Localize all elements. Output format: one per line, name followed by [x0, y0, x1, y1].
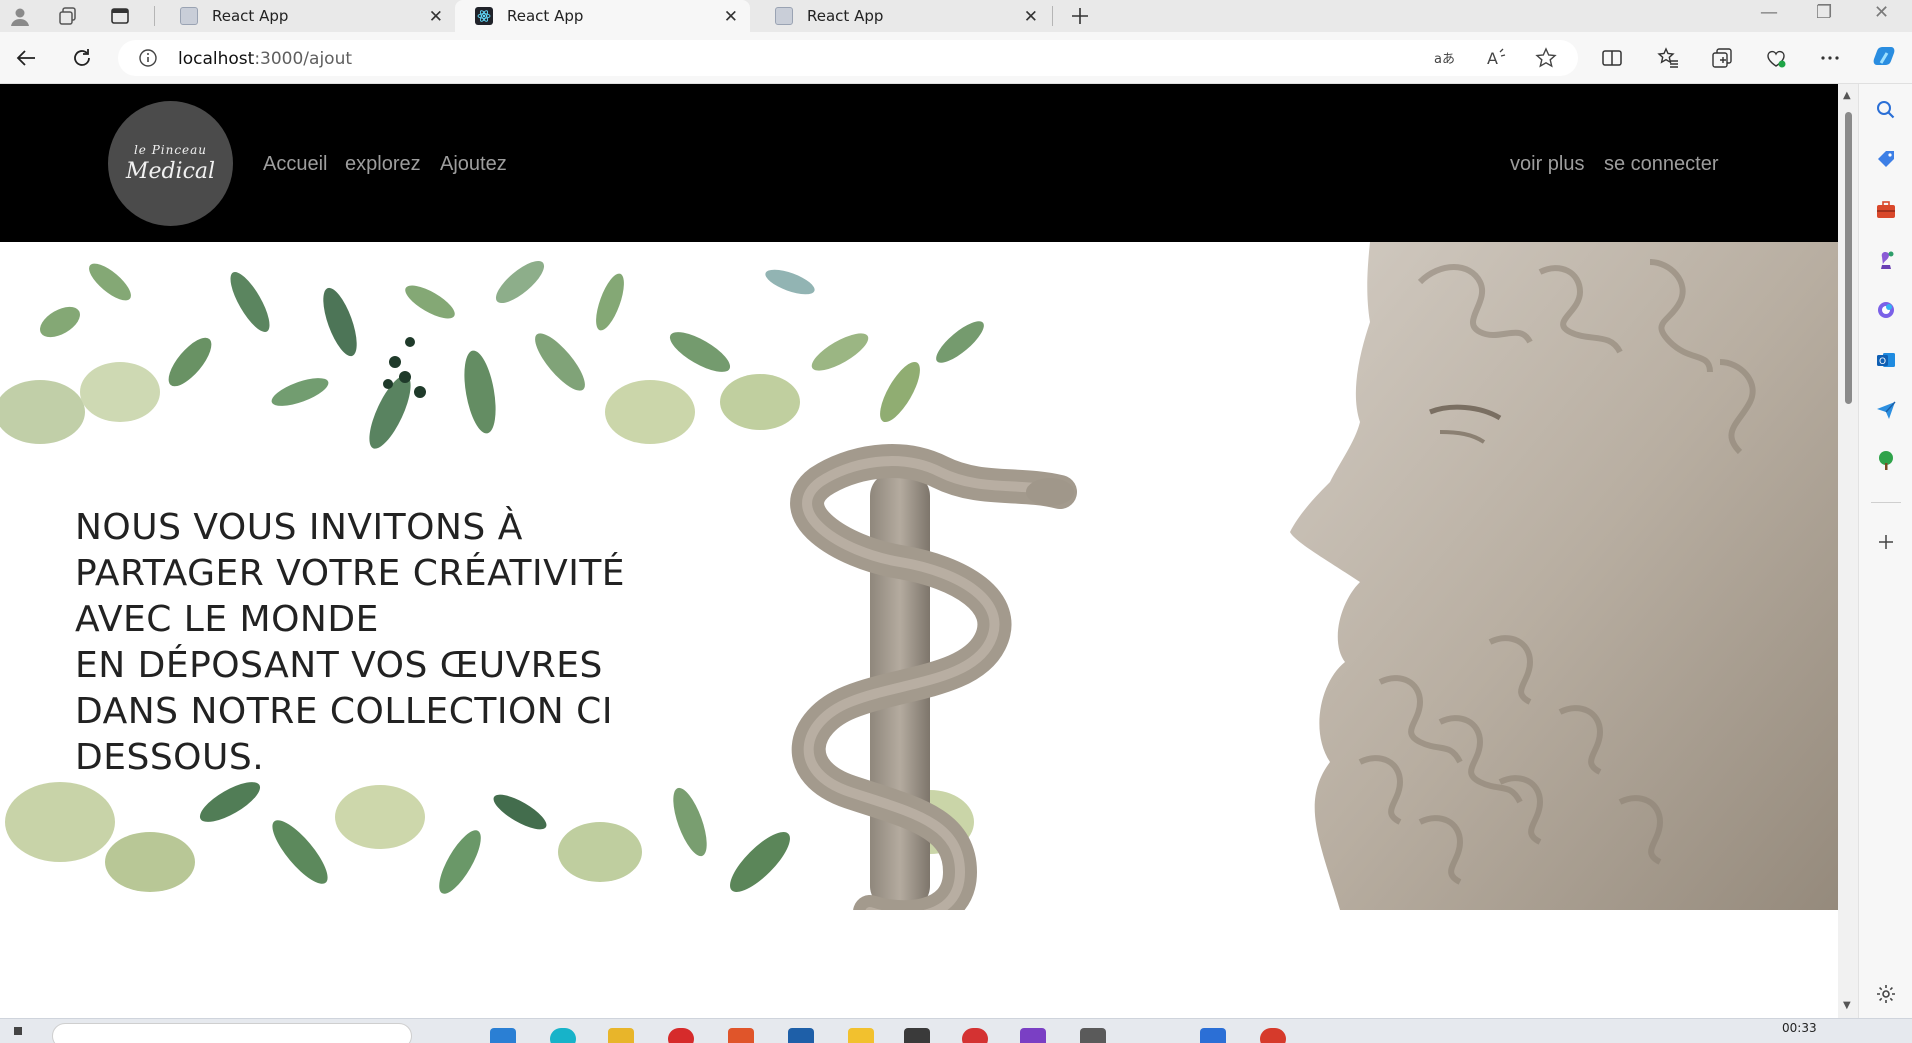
taskbar-app-icon[interactable]: [1200, 1028, 1226, 1043]
address-bar[interactable]: localhost:3000/ajout aあ A: [118, 40, 1578, 76]
site-logo[interactable]: le Pinceau Medical: [108, 101, 233, 226]
tree-icon[interactable]: [1874, 448, 1898, 472]
top-foliage: [0, 242, 1000, 474]
sidebar-divider: [1871, 502, 1901, 503]
taskbar-app-icon[interactable]: [1080, 1028, 1106, 1043]
nav-link-ajoutez[interactable]: Ajoutez: [440, 153, 507, 176]
tab-title: React App: [212, 7, 289, 25]
taskbar-app-icon[interactable]: [1020, 1028, 1046, 1043]
scrollbar-thumb[interactable]: [1845, 112, 1852, 404]
url-text[interactable]: localhost:3000/ajout: [178, 49, 352, 69]
svg-text:aあ: aあ: [1434, 52, 1455, 67]
web-page: le Pinceau Medical Accueil explorez Ajou…: [0, 84, 1838, 1018]
taskbar-app-icon[interactable]: [608, 1028, 634, 1043]
tab-react-app-1[interactable]: React App ✕: [160, 0, 455, 32]
refresh-icon[interactable]: [68, 44, 96, 72]
tab-title: React App: [507, 7, 584, 25]
edge-sidebar: O: [1858, 84, 1912, 1018]
copilot-icon[interactable]: [1870, 44, 1898, 72]
new-tab-icon[interactable]: [1068, 4, 1092, 28]
add-sidebar-app-icon[interactable]: [1874, 530, 1898, 554]
nav-link-accueil[interactable]: Accueil: [263, 153, 327, 176]
taskbar-app-icon[interactable]: [550, 1028, 576, 1043]
hero-line: EN DÉPOSANT VOS ŒUVRES: [75, 645, 603, 686]
workspaces-icon[interactable]: [56, 4, 80, 28]
hero-line: PARTAGER VOTRE CRÉATIVITÉ: [75, 553, 626, 594]
page-favicon-icon: [775, 7, 793, 25]
page-scrollbar[interactable]: ▲ ▼: [1838, 84, 1858, 1018]
windows-taskbar: 00:33: [0, 1018, 1912, 1043]
browser-essentials-icon[interactable]: [1762, 44, 1790, 72]
back-icon[interactable]: [12, 44, 40, 72]
minimize-icon[interactable]: —: [1760, 2, 1778, 23]
taskbar-clock[interactable]: 00:33: [1782, 1021, 1817, 1035]
nav-link-voir-plus[interactable]: voir plus: [1510, 153, 1584, 176]
taskbar-app-icon[interactable]: [668, 1028, 694, 1043]
greek-bust-illustration: [1290, 242, 1838, 910]
close-window-icon[interactable]: ✕: [1874, 2, 1889, 23]
nav-link-explorez[interactable]: explorez: [345, 153, 421, 176]
hero-line: DANS NOTRE COLLECTION CI: [75, 691, 613, 732]
profile-icon[interactable]: [8, 4, 32, 28]
shopping-tag-icon[interactable]: [1874, 148, 1898, 172]
collections-icon[interactable]: [1708, 44, 1736, 72]
tab-title: React App: [807, 7, 884, 25]
taskbar-app-icon[interactable]: [848, 1028, 874, 1043]
taskbar-app-icon[interactable]: [962, 1028, 988, 1043]
navbar: le Pinceau Medical Accueil explorez Ajou…: [0, 84, 1838, 242]
taskbar-app-icon[interactable]: [490, 1028, 516, 1043]
restore-icon[interactable]: ❐: [1816, 2, 1832, 23]
page-favicon-icon: [180, 7, 198, 25]
hero-banner: NOUS VOUS INVITONS À PARTAGER VOTRE CRÉA…: [0, 242, 1838, 910]
tab-react-app-2[interactable]: React App ✕: [455, 0, 750, 32]
tools-briefcase-icon[interactable]: [1874, 198, 1898, 222]
taskbar-search-box[interactable]: [52, 1023, 412, 1043]
tab-actions-icon[interactable]: [108, 4, 132, 28]
games-icon[interactable]: [1874, 248, 1898, 272]
taskbar-app-icon[interactable]: [1260, 1028, 1286, 1043]
rod-of-asclepius-illustration: [790, 444, 1077, 910]
search-icon[interactable]: [1874, 98, 1898, 122]
tab-react-app-3[interactable]: React App ✕: [755, 0, 1050, 32]
split-screen-icon[interactable]: [1598, 44, 1626, 72]
translate-icon[interactable]: aあ: [1432, 46, 1456, 70]
hero-line: NOUS VOUS INVITONS À: [75, 507, 523, 548]
react-favicon-icon: [475, 7, 493, 25]
more-options-icon[interactable]: [1816, 44, 1844, 72]
scroll-up-arrow-icon[interactable]: ▲: [1843, 90, 1851, 101]
browser-tab-strip: React App ✕ React App ✕ React App ✕ — ❐ …: [0, 0, 1912, 32]
browser-toolbar: localhost:3000/ajout aあ A: [0, 32, 1912, 84]
scroll-down-arrow-icon[interactable]: ▼: [1843, 1000, 1851, 1011]
taskbar-app-icon[interactable]: [904, 1028, 930, 1043]
favorites-icon[interactable]: [1654, 44, 1682, 72]
close-tab-icon[interactable]: ✕: [429, 7, 443, 27]
favorite-star-icon[interactable]: [1534, 46, 1558, 70]
hero-line: AVEC LE MONDE: [75, 599, 379, 640]
nav-link-se-connecter[interactable]: se connecter: [1604, 153, 1719, 176]
site-info-icon[interactable]: [138, 48, 158, 72]
svg-text:O: O: [1879, 357, 1886, 367]
taskbar-app-icon[interactable]: [788, 1028, 814, 1043]
taskbar-app-icon[interactable]: [728, 1028, 754, 1043]
svg-text:A: A: [1487, 49, 1498, 68]
hero-line: DESSOUS.: [75, 737, 265, 778]
read-aloud-icon[interactable]: A: [1484, 46, 1508, 70]
start-icon[interactable]: [14, 1027, 22, 1035]
outlook-icon[interactable]: O: [1874, 348, 1898, 372]
close-tab-icon[interactable]: ✕: [1024, 7, 1038, 27]
send-icon[interactable]: [1874, 398, 1898, 422]
microsoft-365-icon[interactable]: [1874, 298, 1898, 322]
settings-gear-icon[interactable]: [1874, 982, 1898, 1006]
close-tab-icon[interactable]: ✕: [724, 7, 738, 27]
hero-invitation-text: NOUS VOUS INVITONS À PARTAGER VOTRE CRÉA…: [75, 505, 765, 781]
